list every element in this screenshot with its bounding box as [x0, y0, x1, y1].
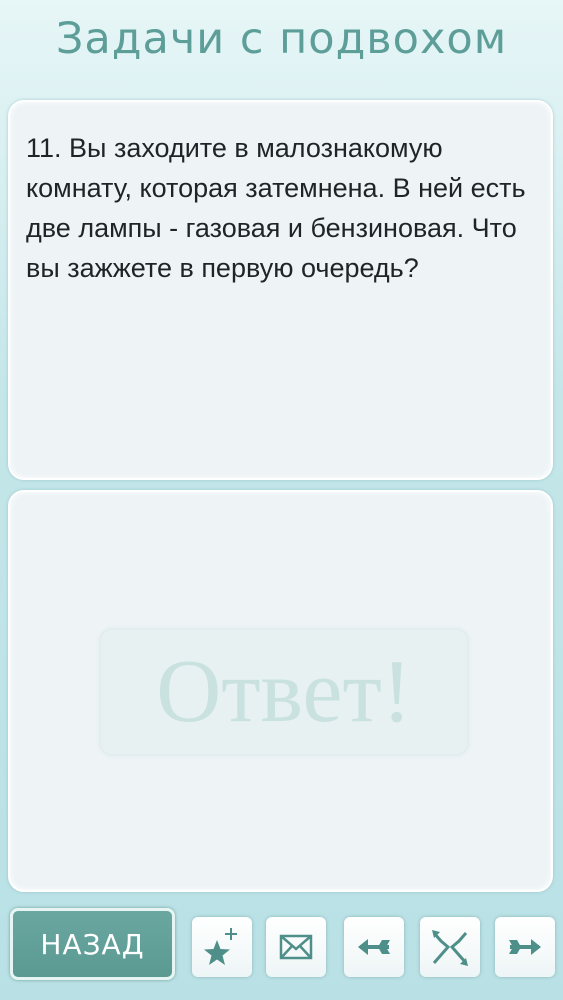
show-answer-label: Ответ!	[156, 642, 412, 741]
add-favorite-button[interactable]	[192, 917, 252, 977]
random-button[interactable]	[420, 917, 480, 977]
bottom-toolbar: НАЗАД	[0, 904, 563, 1000]
question-text: 11. Вы заходите в малознакомую комнату, …	[26, 133, 526, 283]
previous-button[interactable]	[344, 917, 404, 977]
shuffle-icon	[432, 930, 468, 966]
arrow-left-icon	[358, 939, 390, 955]
page-title: Задачи с подвохом	[55, 14, 508, 64]
star-plus-icon	[204, 928, 237, 965]
arrow-right-icon	[509, 939, 541, 955]
send-mail-button[interactable]	[266, 917, 326, 977]
back-button[interactable]: НАЗАД	[10, 908, 175, 980]
next-button[interactable]	[495, 917, 555, 977]
show-answer-button[interactable]: Ответ!	[100, 629, 468, 755]
envelope-icon	[279, 934, 313, 960]
question-panel: 11. Вы заходите в малознакомую комнату, …	[8, 100, 553, 480]
answer-panel: Ответ!	[8, 490, 553, 892]
